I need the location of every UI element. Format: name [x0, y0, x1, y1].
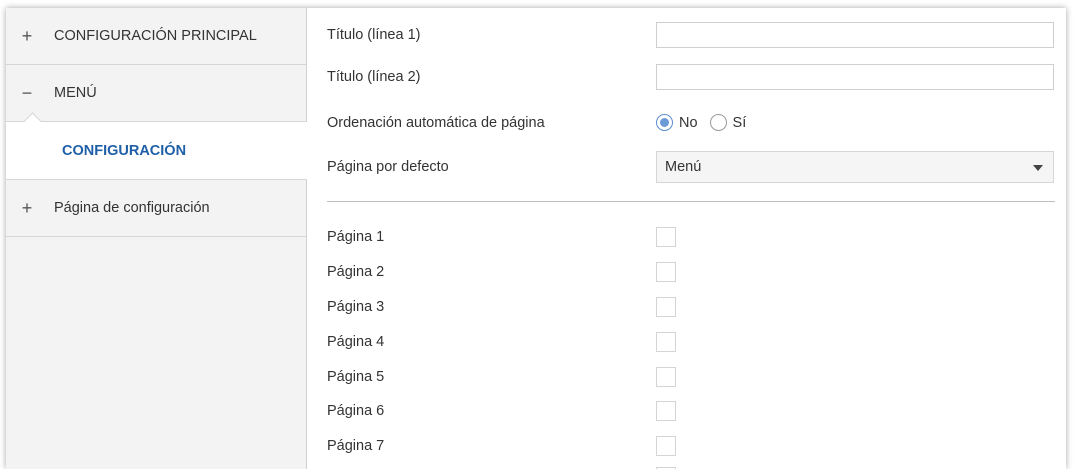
sidebar-item-configuracion-principal[interactable]: + CONFIGURACIÓN PRINCIPAL — [6, 8, 306, 65]
page-row: Página 1 — [327, 227, 1057, 247]
auto-order-label: Ordenación automática de página — [327, 114, 545, 131]
default-page-row: Página por defecto Menú — [327, 151, 1057, 183]
page-label: Página 2 — [327, 264, 385, 280]
page-label: Página 7 — [327, 438, 385, 454]
title-line2-label: Título (línea 2) — [327, 69, 421, 85]
title-line2-input[interactable] — [656, 64, 1054, 90]
title-line2-row: Título (línea 2) — [327, 64, 1057, 90]
page-checkbox[interactable] — [656, 436, 676, 456]
section-divider — [327, 201, 1055, 202]
sidebar-item-configuracion-active[interactable]: CONFIGURACIÓN — [6, 112, 307, 180]
title-line1-label: Título (línea 1) — [327, 27, 421, 43]
auto-order-no-label[interactable]: No — [679, 115, 698, 131]
page-row: Página 4 — [327, 332, 1057, 352]
default-page-label: Página por defecto — [327, 159, 449, 175]
expand-plus-icon[interactable]: + — [20, 26, 34, 47]
default-page-select[interactable]: Menú — [656, 151, 1054, 183]
page-label: Página 1 — [327, 229, 385, 245]
page-row: Página 7 — [327, 436, 1057, 456]
page-label: Página 6 — [327, 403, 385, 419]
page-row: Página 3 — [327, 297, 1057, 317]
page-checkbox[interactable] — [656, 262, 676, 282]
auto-order-si-label[interactable]: Sí — [733, 115, 747, 131]
auto-order-no-radio[interactable] — [656, 114, 673, 131]
page-checkbox[interactable] — [656, 297, 676, 317]
page-label: Página 4 — [327, 334, 385, 350]
window: + CONFIGURACIÓN PRINCIPAL − MENÚ CONFIGU… — [6, 8, 1066, 469]
auto-order-row: Ordenación automática de página No Sí — [327, 114, 1057, 131]
default-page-value: Menú — [665, 159, 702, 175]
dropdown-arrow-icon[interactable] — [1033, 165, 1043, 171]
page-row: Página 2 — [327, 262, 1057, 282]
page-checkbox[interactable] — [656, 367, 676, 387]
page-row: Página 5 — [327, 367, 1057, 387]
sidebar-item-menu[interactable]: − MENÚ — [6, 65, 306, 122]
main-panel: Título (línea 1) Título (línea 2) Ordena… — [327, 8, 1057, 469]
page-checkbox[interactable] — [656, 401, 676, 421]
sidebar-item-label: CONFIGURACIÓN — [62, 142, 187, 159]
page-row: Página 6 — [327, 401, 1057, 421]
sidebar-item-label: MENÚ — [54, 85, 97, 101]
page-checkbox[interactable] — [656, 332, 676, 352]
title-line1-row: Título (línea 1) — [327, 22, 1057, 48]
title-line1-input[interactable] — [656, 22, 1054, 48]
page-label: Página 3 — [327, 299, 385, 315]
sidebar: + CONFIGURACIÓN PRINCIPAL − MENÚ CONFIGU… — [6, 8, 307, 469]
auto-order-si-radio[interactable] — [709, 114, 727, 131]
expand-plus-icon[interactable]: + — [20, 198, 34, 219]
sidebar-item-label: Página de configuración — [54, 200, 210, 216]
page-checkbox[interactable] — [656, 227, 676, 247]
page-label: Página 5 — [327, 369, 385, 385]
sidebar-item-label: CONFIGURACIÓN PRINCIPAL — [54, 28, 257, 44]
collapse-minus-icon[interactable]: − — [20, 83, 34, 104]
auto-order-radio-group: No Sí — [656, 114, 758, 131]
sidebar-item-pagina-de-configuracion[interactable]: + Página de configuración — [6, 180, 306, 237]
